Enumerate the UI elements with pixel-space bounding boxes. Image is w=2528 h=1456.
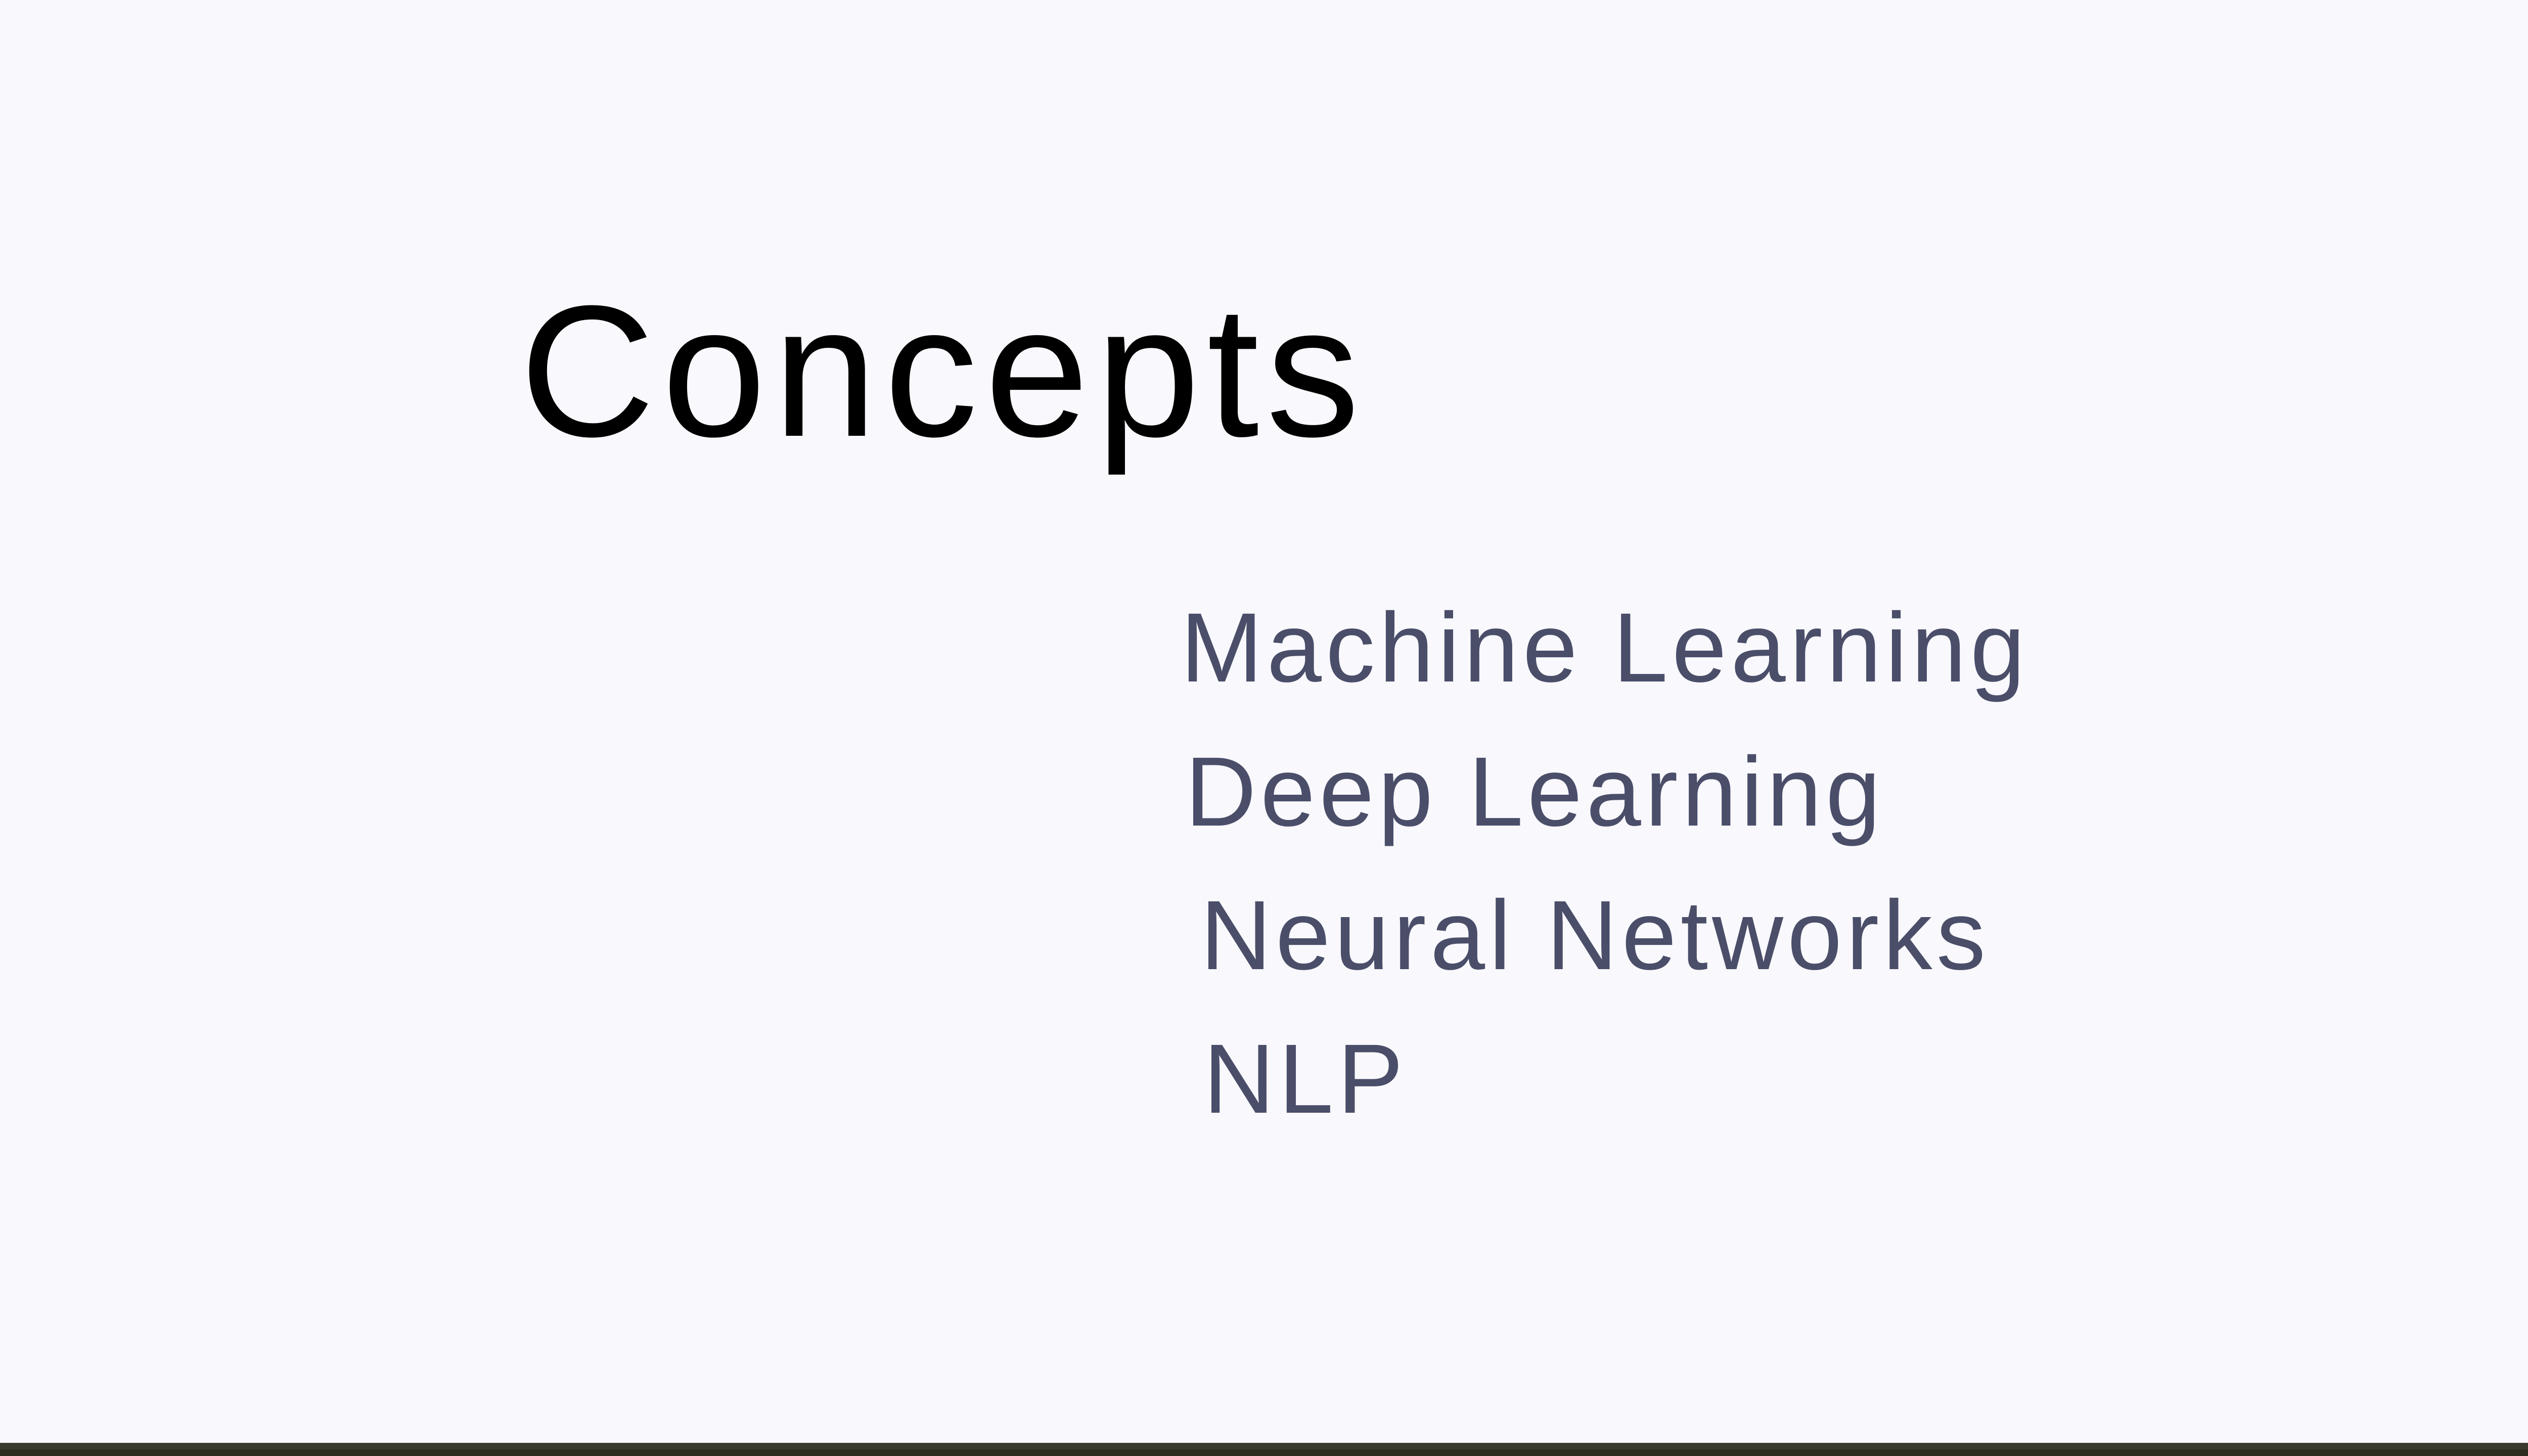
concept-item-neural-networks: Neural Networks (1200, 880, 1990, 990)
bottom-bar-shadow (0, 1449, 2528, 1456)
slide-title: Concepts (520, 267, 1367, 476)
concept-item-nlp: NLP (1203, 1024, 1408, 1134)
bottom-bar (0, 1443, 2528, 1449)
concept-item-machine-learning: Machine Learning (1181, 593, 2029, 703)
concept-item-deep-learning: Deep Learning (1185, 737, 1885, 847)
